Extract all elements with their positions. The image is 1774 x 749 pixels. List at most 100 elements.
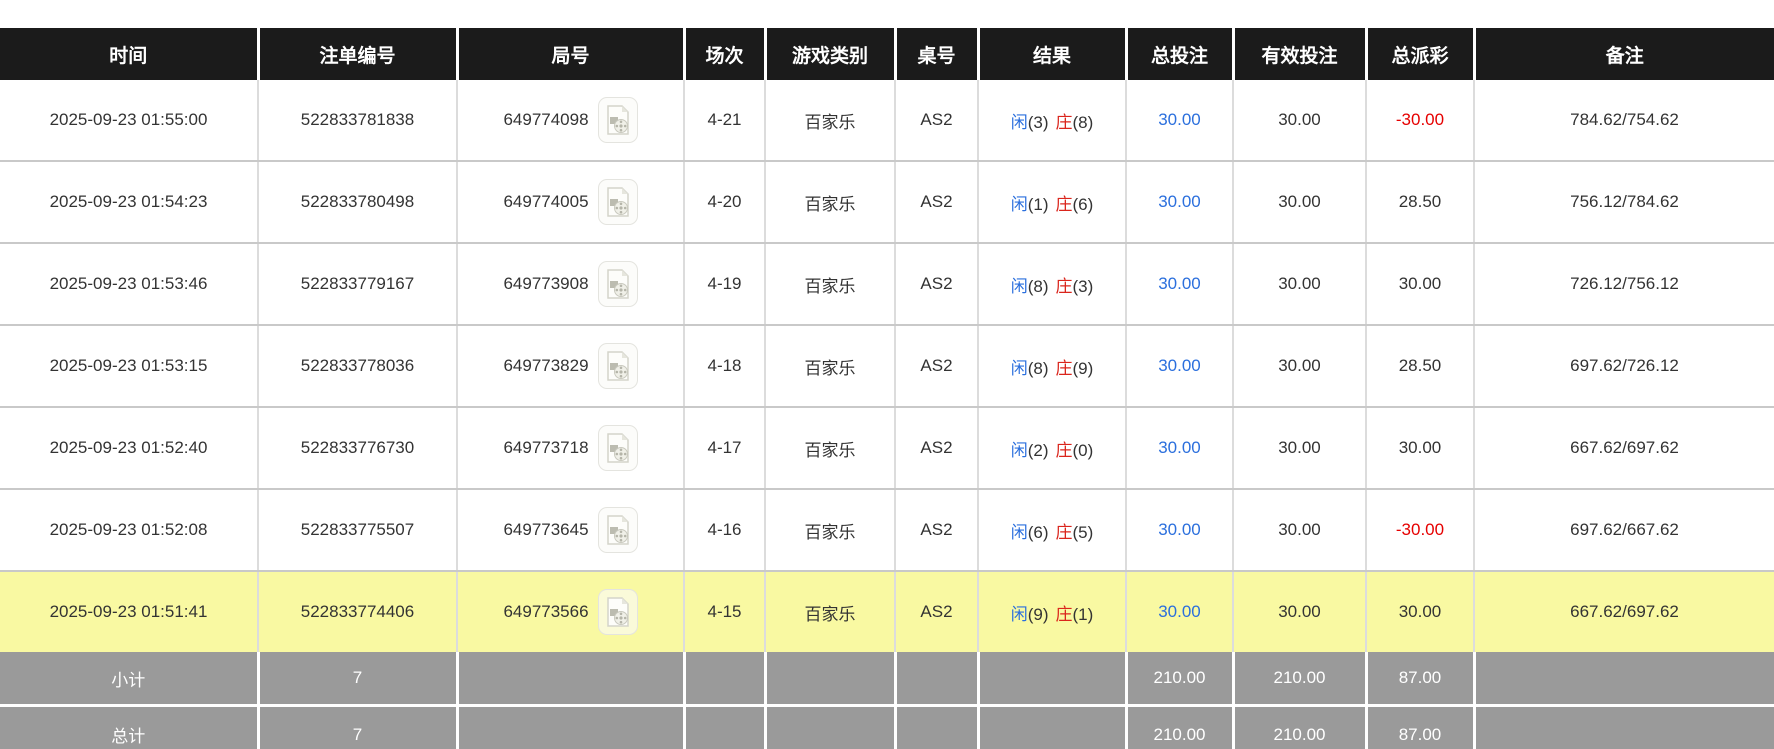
table-row: 2025-09-23 01:52:40 522833776730 6497737…	[0, 407, 1774, 490]
grand-total-valid-bet: 210.00	[1233, 704, 1368, 749]
round-id: 649773718	[503, 438, 589, 457]
banker-result-label: 庄	[1055, 112, 1073, 132]
game-type-cell: 百家乐	[765, 80, 896, 162]
total-bet-link[interactable]: 30.00	[1158, 274, 1201, 293]
video-file-icon	[606, 351, 629, 381]
video-replay-button[interactable]	[597, 179, 638, 225]
round-cell: 649773908	[457, 243, 685, 326]
grand-total-row: 总计 7 210.00 210.00 87.00	[0, 704, 1774, 749]
player-result-score: (3)	[1027, 112, 1049, 132]
bet-records-page: 时间 注单编号 局号 场次 游戏类别 桌号 结果 总投注 有效投注 总派彩 备注…	[0, 0, 1774, 749]
col-header-game-type: 游戏类别	[765, 28, 897, 80]
total-bet-link[interactable]: 30.00	[1158, 602, 1201, 621]
empty-cell	[457, 652, 686, 706]
table-row: 2025-09-23 01:52:08 522833775507 6497736…	[0, 489, 1774, 572]
remark-cell: 697.62/726.12	[1474, 325, 1774, 408]
grand-total-count: 7	[258, 704, 459, 749]
video-replay-button[interactable]	[597, 97, 638, 143]
banker-result-label: 庄	[1055, 358, 1073, 378]
bet-id-cell: 522833775507	[258, 489, 458, 572]
payout-cell: 28.50	[1366, 161, 1475, 244]
table-no-cell: AS2	[895, 243, 979, 326]
empty-cell	[684, 652, 767, 706]
banker-result-score: (1)	[1072, 604, 1094, 624]
time-cell: 2025-09-23 01:53:15	[0, 325, 259, 408]
video-replay-button[interactable]	[597, 589, 638, 635]
round-cell: 649773718	[457, 407, 685, 490]
empty-cell	[1474, 704, 1774, 749]
game-type-cell: 百家乐	[765, 407, 896, 490]
banker-result-score: (6)	[1072, 194, 1094, 214]
empty-cell	[765, 652, 897, 706]
bet-id-cell: 522833779167	[258, 243, 458, 326]
player-result-label: 闲	[1010, 194, 1028, 214]
payout-cell: 30.00	[1366, 571, 1475, 652]
empty-cell	[895, 704, 980, 749]
round-cell: 649773829	[457, 325, 685, 408]
video-file-icon	[606, 597, 629, 627]
result-cell: 闲(8) 庄(3)	[978, 243, 1127, 326]
banker-result-score: (5)	[1072, 522, 1094, 542]
player-result-label: 闲	[1010, 112, 1028, 132]
video-replay-button[interactable]	[597, 343, 638, 389]
total-bet-link[interactable]: 30.00	[1158, 438, 1201, 457]
empty-cell	[457, 704, 686, 749]
banker-result-score: (9)	[1072, 358, 1094, 378]
video-replay-button[interactable]	[597, 261, 638, 307]
player-result-score: (2)	[1027, 440, 1049, 460]
round-id: 649774005	[503, 192, 589, 211]
total-bet-link[interactable]: 30.00	[1158, 520, 1201, 539]
valid-bet-cell: 30.00	[1233, 489, 1367, 572]
remark-cell: 784.62/754.62	[1474, 80, 1774, 162]
col-header-valid-bet: 有效投注	[1233, 28, 1368, 80]
remark-cell: 756.12/784.62	[1474, 161, 1774, 244]
remark-cell: 726.12/756.12	[1474, 243, 1774, 326]
video-replay-button[interactable]	[597, 425, 638, 471]
player-result-label: 闲	[1010, 440, 1028, 460]
session-cell: 4-16	[684, 489, 766, 572]
banker-result-label: 庄	[1055, 604, 1073, 624]
valid-bet-cell: 30.00	[1233, 80, 1367, 162]
banker-result-score: (0)	[1072, 440, 1094, 460]
table-body: 2025-09-23 01:55:00 522833781838 6497740…	[0, 80, 1774, 652]
round-id: 649774098	[503, 110, 589, 129]
banker-result-label: 庄	[1055, 276, 1073, 296]
session-cell: 4-18	[684, 325, 766, 408]
round-id: 649773829	[503, 356, 589, 375]
valid-bet-cell: 30.00	[1233, 161, 1367, 244]
grand-total-total-bet: 210.00	[1126, 704, 1235, 749]
round-id: 649773566	[503, 602, 589, 621]
col-header-table-no: 桌号	[895, 28, 980, 80]
player-result-score: (9)	[1027, 604, 1049, 624]
round-cell: 649773645	[457, 489, 685, 572]
video-file-icon	[606, 433, 629, 463]
total-bet-link[interactable]: 30.00	[1158, 110, 1201, 129]
result-cell: 闲(2) 庄(0)	[978, 407, 1127, 490]
session-cell: 4-19	[684, 243, 766, 326]
table-row: 2025-09-23 01:54:23 522833780498 6497740…	[0, 161, 1774, 244]
payout-cell: -30.00	[1366, 489, 1475, 572]
empty-cell	[1474, 652, 1774, 706]
grand-total-label: 总计	[0, 704, 260, 749]
total-bet-cell: 30.00	[1126, 489, 1234, 572]
game-type-cell: 百家乐	[765, 161, 896, 244]
grand-total-payout: 87.00	[1366, 704, 1476, 749]
banker-result-score: (3)	[1072, 276, 1094, 296]
total-bet-link[interactable]: 30.00	[1158, 192, 1201, 211]
time-cell: 2025-09-23 01:52:08	[0, 489, 259, 572]
result-cell: 闲(9) 庄(1)	[978, 571, 1127, 652]
player-result-score: (8)	[1027, 276, 1049, 296]
video-replay-button[interactable]	[597, 507, 638, 553]
bet-records-table: 时间 注单编号 局号 场次 游戏类别 桌号 结果 总投注 有效投注 总派彩 备注…	[0, 28, 1774, 749]
video-file-icon	[606, 269, 629, 299]
player-result-score: (8)	[1027, 358, 1049, 378]
table-row-highlighted: 2025-09-23 01:51:41 522833774406 6497735…	[0, 571, 1774, 652]
total-bet-link[interactable]: 30.00	[1158, 356, 1201, 375]
table-row: 2025-09-23 01:53:15 522833778036 6497738…	[0, 325, 1774, 408]
time-cell: 2025-09-23 01:52:40	[0, 407, 259, 490]
banker-result-label: 庄	[1055, 522, 1073, 542]
col-header-result: 结果	[978, 28, 1128, 80]
col-header-payout: 总派彩	[1366, 28, 1476, 80]
bet-id-cell: 522833776730	[258, 407, 458, 490]
col-header-bet-id: 注单编号	[258, 28, 459, 80]
